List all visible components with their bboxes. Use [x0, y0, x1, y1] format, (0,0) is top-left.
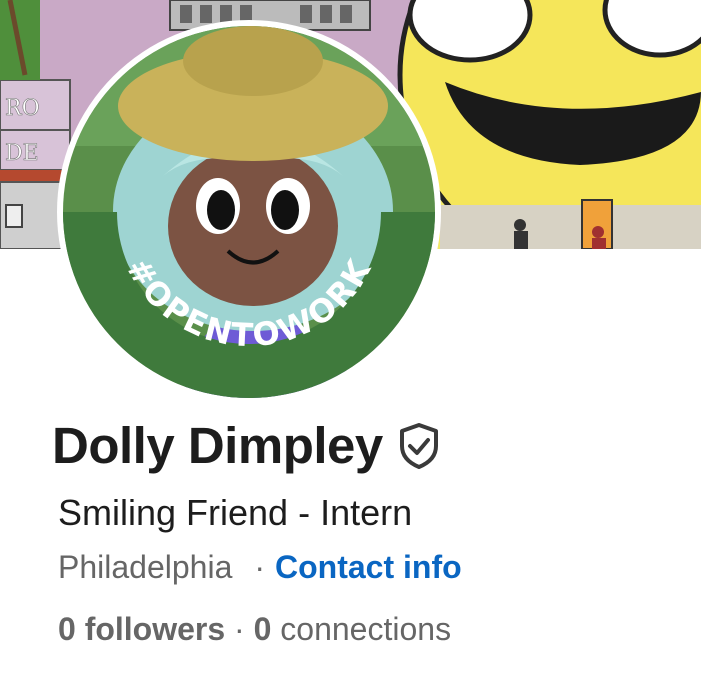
profile-name: Dolly Dimpley — [52, 416, 383, 474]
contact-info-link[interactable]: Contact info — [275, 549, 462, 586]
profile-headline: Smiling Friend - Intern — [58, 492, 413, 533]
location-row: Philadelphia · Contact info — [58, 549, 462, 586]
followers-count[interactable]: 0 — [58, 611, 76, 647]
profile-location: Philadelphia — [58, 549, 233, 585]
followers-label[interactable]: followers — [85, 611, 225, 647]
shield-check-icon[interactable] — [397, 422, 441, 475]
name-row: Dolly Dimpley — [52, 412, 441, 478]
stats-separator: · — [234, 611, 245, 647]
banner-sign-text-1: RO — [5, 96, 40, 121]
profile-photo[interactable]: #OPENTOWORK — [57, 20, 441, 404]
network-stats: 0 followers · 0 connections — [58, 611, 451, 648]
banner-sign-text-2: DE — [5, 141, 39, 166]
connections-count[interactable]: 0 — [254, 611, 272, 647]
connections-label[interactable]: connections — [280, 611, 451, 647]
avatar: #OPENTOWORK — [63, 26, 435, 398]
separator-dot: · — [254, 549, 266, 585]
